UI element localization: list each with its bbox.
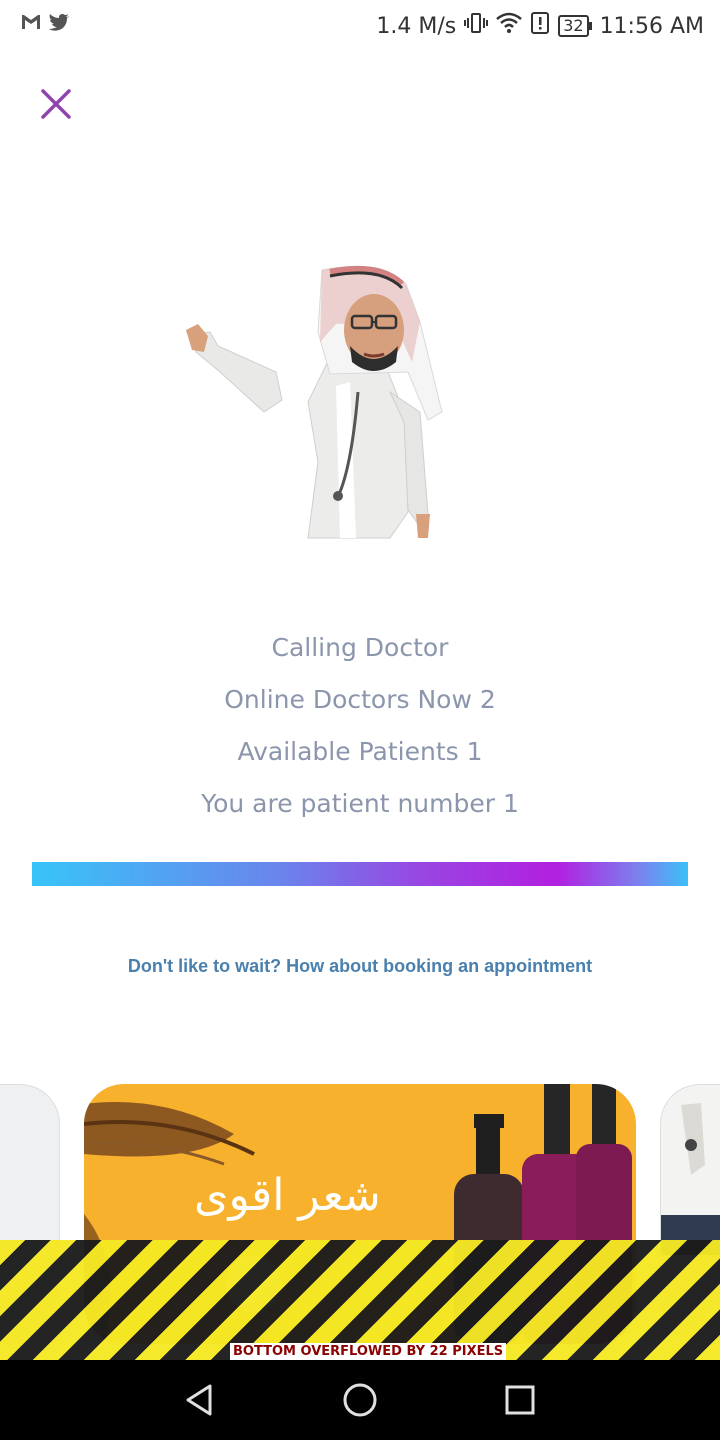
patient-number-text: You are patient number 1 (201, 789, 519, 818)
wifi-icon (496, 12, 523, 40)
clock: 11:56 AM (599, 13, 704, 39)
notification-icons (20, 13, 70, 36)
call-status-text: Calling Doctor (271, 633, 449, 662)
promo-title: شعر اقوى (194, 1170, 381, 1221)
nav-home-button[interactable] (340, 1380, 380, 1420)
battery-level: 32 (558, 15, 589, 37)
battery-icon: 32 (558, 15, 592, 37)
home-circle-icon (343, 1383, 377, 1417)
recents-square-icon (505, 1385, 535, 1415)
nav-back-button[interactable] (180, 1380, 220, 1420)
doctor-avatar (180, 262, 460, 542)
online-doctors-text: Online Doctors Now 2 (224, 685, 496, 714)
close-icon (41, 89, 71, 119)
vibrate-icon (464, 11, 489, 41)
book-appointment-link[interactable]: Don't like to wait? How about booking an… (0, 956, 720, 977)
available-patients-text: Available Patients 1 (237, 737, 483, 766)
alert-icon (530, 11, 550, 41)
back-triangle-icon (186, 1384, 212, 1416)
gmail-icon (20, 13, 42, 36)
overflow-warning-stripes (0, 1240, 720, 1360)
status-bar: 1.4 M/s 32 11:56 AM (0, 0, 720, 50)
system-nav-bar (0, 1360, 720, 1440)
waiting-progress-bar (32, 862, 688, 886)
twitter-icon (48, 13, 70, 36)
close-button[interactable] (36, 84, 76, 124)
nav-recents-button[interactable] (500, 1380, 540, 1420)
system-status: 1.4 M/s 32 11:56 AM (376, 11, 704, 41)
overflow-warning-label: BOTTOM OVERFLOWED BY 22 PIXELS (230, 1343, 507, 1360)
network-speed: 1.4 M/s (376, 13, 457, 39)
